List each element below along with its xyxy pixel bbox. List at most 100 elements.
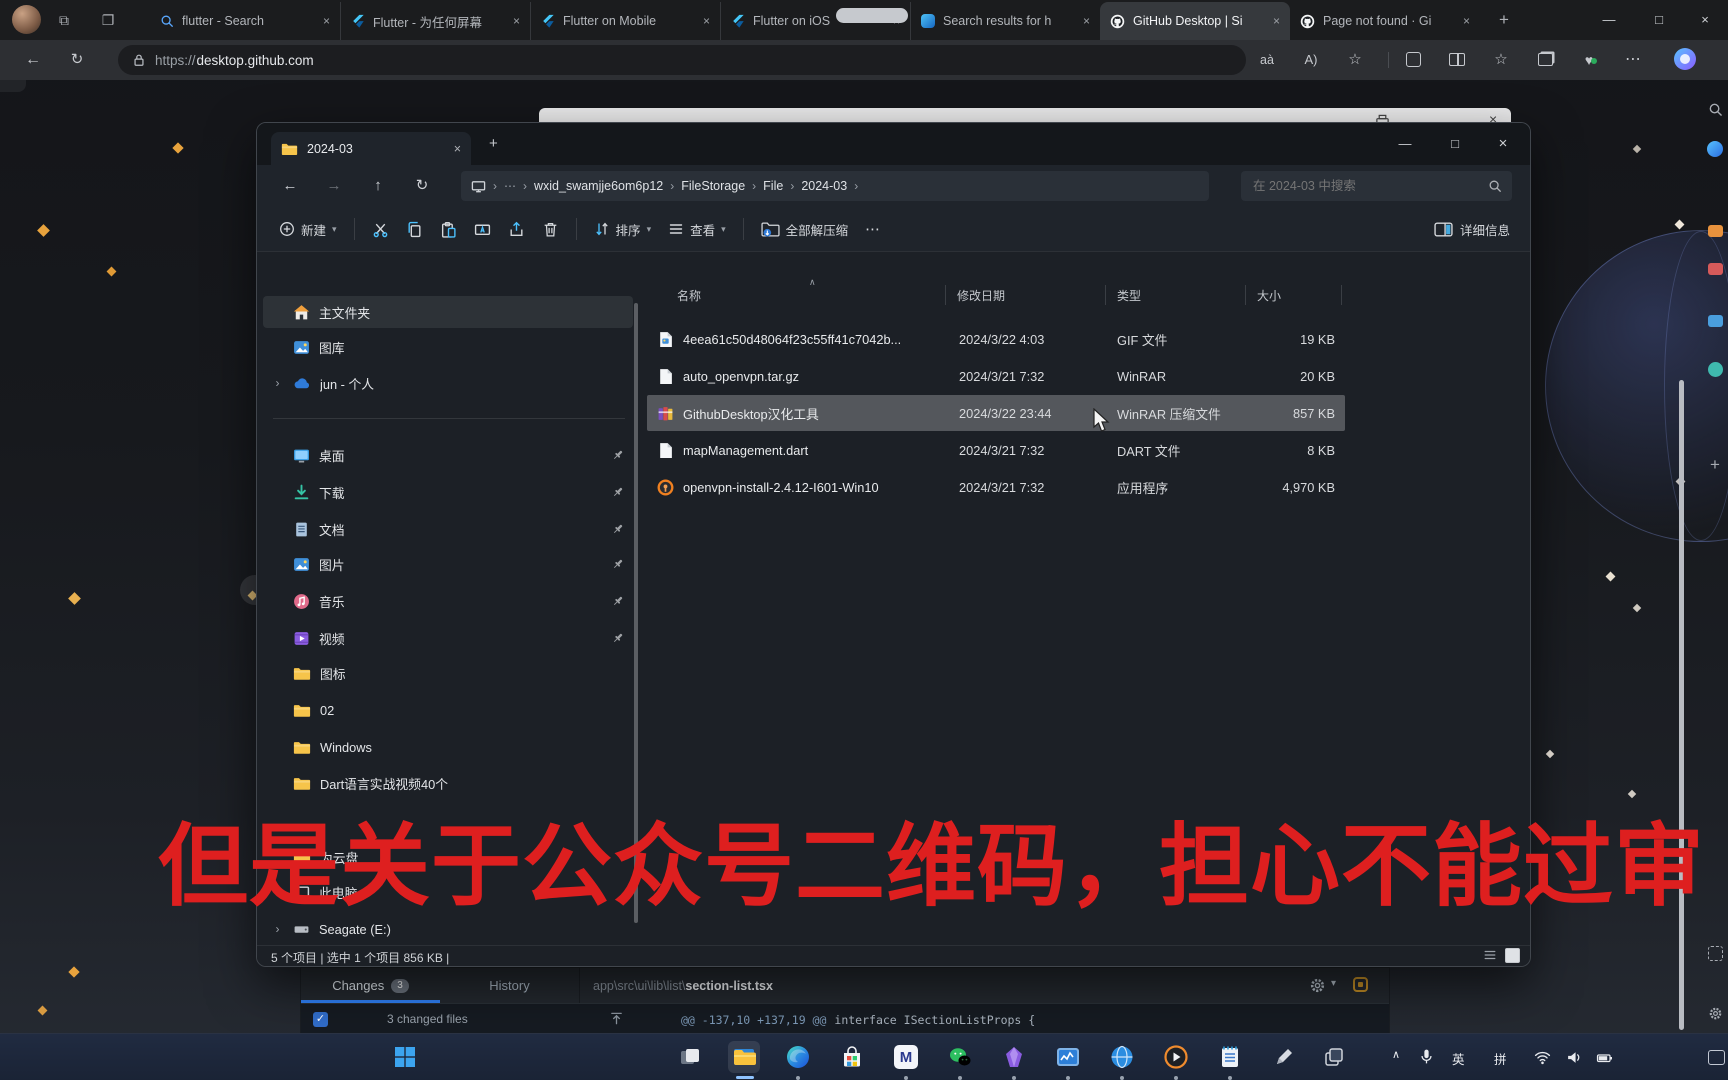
upload-icon[interactable]	[609, 1011, 624, 1026]
gear-icon[interactable]	[1309, 977, 1326, 994]
chevron-icon[interactable]: ›	[271, 376, 284, 390]
sidebar-search-icon[interactable]	[1702, 96, 1728, 122]
sidebar-item-downloads[interactable]: 下载	[263, 476, 633, 508]
column-header-size[interactable]: 大小	[1257, 287, 1281, 304]
explorer-titlebar[interactable]: 2024-03 × + — □ ×	[257, 123, 1530, 165]
paste-icon[interactable]	[440, 221, 457, 238]
tab-actions-icon[interactable]: ⧉	[52, 9, 76, 31]
explorer-maximize-button[interactable]: □	[1432, 123, 1478, 165]
sidebar-item-icons-folder[interactable]: 图标	[263, 657, 633, 689]
file-explorer-taskbar-icon[interactable]	[728, 1041, 760, 1073]
tab-changes[interactable]: Changes 3	[301, 968, 440, 1003]
file-row[interactable]: mapManagement.dart 2024/3/21 7:32 DART 文…	[647, 432, 1345, 468]
column-divider[interactable]	[945, 285, 946, 305]
tab-close-icon[interactable]: ×	[703, 14, 710, 28]
ime-indicator[interactable]: 拼	[1494, 1049, 1507, 1068]
sidebar-settings-icon[interactable]	[1702, 1000, 1728, 1026]
address-bar[interactable]: https://desktop.github.com	[118, 45, 1246, 75]
start-button[interactable]	[389, 1041, 421, 1073]
sidebar-add-icon[interactable]: +	[1702, 452, 1728, 478]
browser-tab-flutter-mobile[interactable]: Flutter on Mobile ×	[530, 2, 720, 40]
monitor-app-taskbar-icon[interactable]	[1052, 1041, 1084, 1073]
collections-icon[interactable]	[1530, 48, 1560, 72]
new-button[interactable]: 新建 ▾	[279, 220, 337, 239]
vertical-tabs-icon[interactable]: ❐	[96, 9, 120, 31]
new-tab-button[interactable]: +	[1492, 9, 1516, 31]
select-all-checkbox[interactable]: ✓	[313, 1012, 328, 1027]
gear-dropdown-icon[interactable]: ▾	[1331, 978, 1336, 989]
browser-tab-github-desktop[interactable]: GitHub Desktop | Si ×	[1100, 2, 1290, 40]
wechat-taskbar-icon[interactable]	[944, 1041, 976, 1073]
volume-icon[interactable]	[1566, 1049, 1583, 1066]
back-icon[interactable]: ←	[18, 48, 48, 72]
browser-minimize-button[interactable]: —	[1586, 0, 1632, 40]
tab-close-icon[interactable]: ×	[454, 142, 461, 156]
breadcrumb[interactable]: › ⋯ › wxid_swamjje6om6p12 › FileStorage …	[461, 171, 1209, 201]
breadcrumb-item[interactable]: FileStorage	[681, 179, 745, 193]
split-screen-icon[interactable]	[1442, 48, 1472, 72]
hidden-icons-chevron[interactable]: ∧	[1392, 1048, 1400, 1061]
sidebar-item-dart-videos[interactable]: Dart语言实战视频40个	[263, 767, 633, 799]
cut-icon[interactable]	[372, 221, 389, 238]
sidebar-item-02[interactable]: 02	[263, 694, 633, 726]
sidebar-item-gallery[interactable]: 图库	[263, 331, 633, 363]
file-status-icon[interactable]	[1353, 977, 1368, 992]
extract-all-button[interactable]: 全部解压缩	[761, 220, 848, 239]
page-scrollbar[interactable]	[1679, 380, 1684, 1030]
notification-center-icon[interactable]	[1708, 1050, 1725, 1065]
breadcrumb-item[interactable]: wxid_swamjje6om6p12	[534, 179, 663, 193]
browser-tab-search-results[interactable]: Search results for h ×	[910, 2, 1100, 40]
sidebar-item-seagate[interactable]: › Seagate (E:)	[263, 913, 633, 945]
search-input[interactable]	[1251, 178, 1488, 194]
favorite-star-icon[interactable]: ☆	[1340, 48, 1370, 72]
tab-close-icon[interactable]: ×	[513, 14, 520, 28]
translate-icon[interactable]: aà	[1252, 48, 1282, 72]
globe-app-taskbar-icon[interactable]	[1106, 1041, 1138, 1073]
sidebar-item-videos[interactable]: 视频	[263, 622, 633, 654]
thumbnail-view-icon[interactable]	[1505, 948, 1520, 963]
edge-taskbar-icon[interactable]	[782, 1041, 814, 1073]
view-button[interactable]: 查看 ▾	[668, 220, 726, 239]
more-icon[interactable]: ⋯	[865, 220, 880, 238]
browser-maximize-button[interactable]: □	[1636, 0, 1682, 40]
crystal-app-taskbar-icon[interactable]	[998, 1041, 1030, 1073]
explorer-search-box[interactable]	[1241, 171, 1512, 201]
details-pane-button[interactable]: 详细信息	[1434, 207, 1510, 252]
column-divider[interactable]	[1341, 285, 1342, 305]
store-taskbar-icon[interactable]	[836, 1041, 868, 1073]
refresh-icon[interactable]: ↻	[62, 48, 92, 72]
sidebar-shopping-icon[interactable]	[1702, 136, 1728, 162]
sidebar-item-music[interactable]: 音乐	[263, 585, 633, 617]
sidebar-tools-icon[interactable]	[1702, 256, 1728, 282]
breadcrumb-overflow-icon[interactable]: ⋯	[504, 179, 516, 193]
explorer-new-tab-button[interactable]: +	[489, 135, 498, 152]
file-row[interactable]: auto_openvpn.tar.gz 2024/3/21 7:32 WinRA…	[647, 358, 1345, 394]
browser-close-button[interactable]: ×	[1682, 0, 1728, 40]
sidebar-chat-icon[interactable]	[1702, 356, 1728, 382]
sidebar-item-windows[interactable]: Windows	[263, 731, 633, 763]
browser-tab-flutter-screens[interactable]: Flutter - 为任何屏幕 ×	[340, 2, 530, 40]
up-icon[interactable]: ↑	[363, 173, 393, 199]
breadcrumb-item[interactable]: File	[763, 179, 783, 193]
column-header-name[interactable]: 名称	[677, 287, 701, 304]
copilot-icon[interactable]	[1672, 46, 1698, 72]
forward-icon[interactable]: →	[319, 173, 349, 199]
marktext-taskbar-icon[interactable]: M	[890, 1041, 922, 1073]
delete-icon[interactable]	[542, 221, 559, 238]
language-indicator[interactable]: 英	[1452, 1049, 1465, 1068]
sidebar-item-home[interactable]: 主文件夹	[263, 296, 633, 328]
sidebar-item-desktop[interactable]: 桌面	[263, 439, 633, 471]
sidebar-item-onedrive[interactable]: › jun - 个人	[263, 367, 633, 399]
rename-icon[interactable]	[474, 221, 491, 238]
wifi-icon[interactable]	[1534, 1049, 1551, 1066]
pen-app-taskbar-icon[interactable]	[1268, 1041, 1300, 1073]
sidebar-item-documents[interactable]: 文档	[263, 513, 633, 545]
tab-close-icon[interactable]: ×	[1083, 14, 1090, 28]
column-header-date[interactable]: 修改日期	[957, 287, 1005, 304]
task-view-button[interactable]	[674, 1041, 706, 1073]
explorer-tab[interactable]: 2024-03 ×	[271, 132, 471, 165]
favorites-list-icon[interactable]: ☆	[1486, 48, 1516, 72]
browser-tab-page-not-found[interactable]: Page not found · Gi ×	[1290, 2, 1480, 40]
browser-essentials-icon[interactable]: ♥	[1574, 48, 1604, 72]
list-view-icon[interactable]	[1483, 948, 1497, 962]
